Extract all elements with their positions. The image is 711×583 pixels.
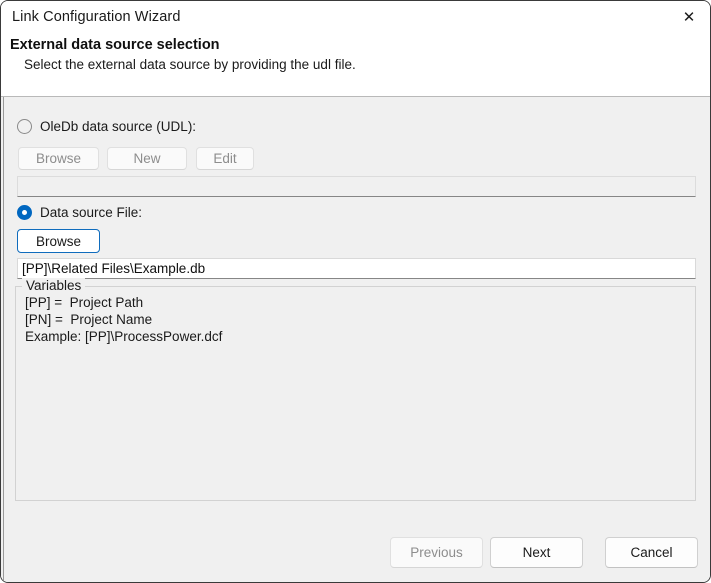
radio-oledb-indicator[interactable]	[17, 119, 32, 134]
radio-oledb-data-source[interactable]: OleDb data source (UDL):	[17, 119, 196, 134]
variable-line-project-path: [PP] = Project Path	[25, 295, 144, 310]
file-browse-button[interactable]: Browse	[17, 229, 100, 253]
title-bar: Link Configuration Wizard ✕ External dat…	[1, 1, 710, 97]
oledb-path-input[interactable]	[17, 176, 696, 197]
variables-groupbox: Variables [PP] = Project Path [PN] = Pro…	[15, 278, 696, 501]
variables-groupbox-legend: Variables	[22, 278, 86, 293]
next-button[interactable]: Next	[490, 537, 583, 568]
close-icon[interactable]: ✕	[666, 1, 710, 32]
oledb-edit-button[interactable]: Edit	[196, 147, 254, 170]
previous-button[interactable]: Previous	[390, 537, 483, 568]
cancel-button[interactable]: Cancel	[605, 537, 698, 568]
radio-oledb-label: OleDb data source (UDL):	[40, 119, 197, 134]
page-title: External data source selection	[10, 37, 220, 53]
window-title: Link Configuration Wizard	[12, 9, 181, 25]
variable-line-example: Example: [PP]\ProcessPower.dcf	[25, 329, 223, 344]
radio-data-source-file-indicator[interactable]	[17, 205, 32, 220]
variable-line-project-name: [PN] = Project Name	[25, 312, 153, 327]
radio-data-source-file-label: Data source File:	[40, 205, 143, 220]
dialog-body: OleDb data source (UDL): Browse New Edit…	[1, 97, 710, 582]
link-configuration-wizard-window: Link Configuration Wizard ✕ External dat…	[0, 0, 711, 583]
file-path-input[interactable]: [PP]\Related Files\Example.db	[17, 258, 696, 279]
page-subtitle: Select the external data source by provi…	[24, 57, 356, 72]
oledb-new-button[interactable]: New	[107, 147, 187, 170]
left-edge-strip	[1, 97, 4, 582]
oledb-browse-button[interactable]: Browse	[18, 147, 99, 170]
radio-data-source-file[interactable]: Data source File:	[17, 205, 142, 220]
